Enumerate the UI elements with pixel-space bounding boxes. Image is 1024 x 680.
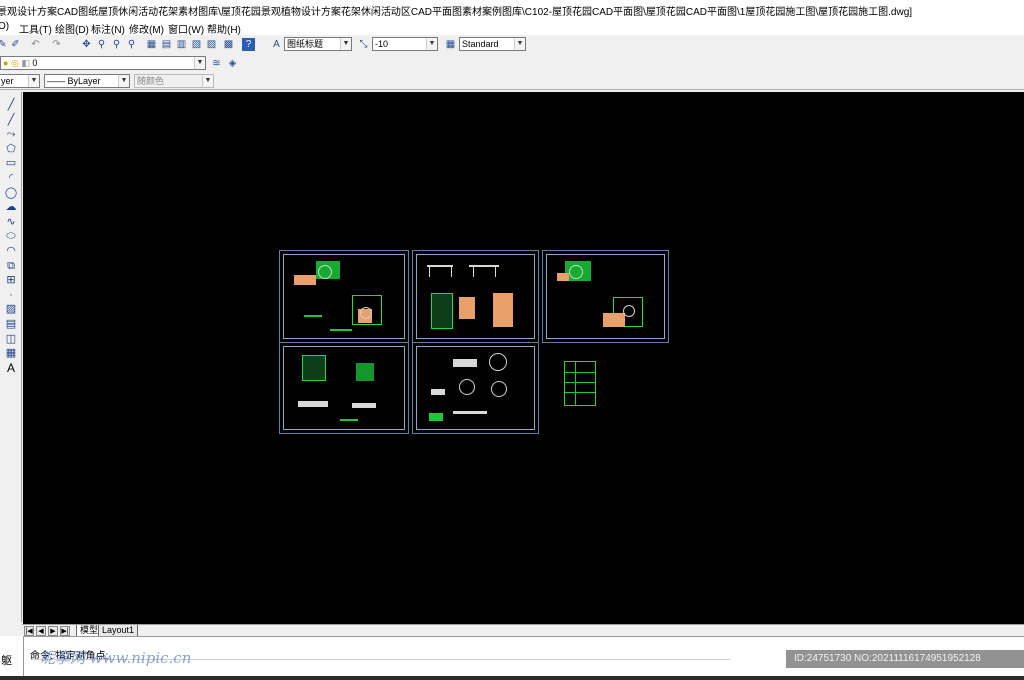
menu-item-window[interactable]: 窗口(W) bbox=[168, 21, 204, 36]
last-tab-icon[interactable]: ▶| bbox=[60, 626, 70, 636]
table-style-select[interactable]: Standard ▼ bbox=[459, 37, 526, 51]
chevron-down-icon: ▼ bbox=[194, 57, 205, 69]
rectangle-icon[interactable]: ▭ bbox=[4, 156, 18, 170]
dim-style-icon[interactable]: ⤡ bbox=[357, 38, 370, 51]
prev-tab-icon[interactable]: ◀ bbox=[36, 626, 46, 636]
drawing-canvas[interactable] bbox=[23, 92, 1024, 624]
lock-icon: ◧ bbox=[21, 58, 30, 68]
image-id-badge: ID:24751730 NO:20211116174951952128 bbox=[786, 650, 1024, 668]
cloud-icon[interactable]: ☁ bbox=[4, 200, 18, 214]
open-icon[interactable]: ✎ bbox=[0, 38, 9, 51]
help-icon[interactable]: ? bbox=[242, 38, 255, 51]
menu-bar: O) 工具(T) 绘图(D) 标注(N) 修改(M) 窗口(W) 帮助(H) bbox=[0, 18, 1024, 36]
properties-icon[interactable]: ▦ bbox=[145, 38, 158, 51]
region-icon[interactable]: ◫ bbox=[4, 332, 18, 346]
chevron-down-icon: ▼ bbox=[340, 38, 351, 50]
window-title: 景观设计方案CAD图纸屋顶休闲活动花架素材图库\屋顶花园景观植物设计方案花架休闲… bbox=[0, 7, 913, 18]
drawing-sheet-3[interactable] bbox=[542, 250, 669, 343]
sun-icon: ◎ bbox=[10, 58, 19, 68]
title-bar: 景观设计方案CAD图纸屋顶休闲活动花架素材图库\屋顶花园景观植物设计方案花架休闲… bbox=[0, 0, 1024, 18]
markup-icon[interactable]: ▨ bbox=[205, 38, 218, 51]
chevron-down-icon: ▼ bbox=[426, 38, 437, 50]
redo-icon[interactable]: ↷ bbox=[50, 38, 63, 51]
dim-style-select[interactable]: -10 ▼ bbox=[372, 37, 438, 51]
side-panel-tab[interactable]: 躯 bbox=[0, 636, 24, 680]
properties-toolbar: yer ▼ —— ByLayer ▼ 随颜色 ▼ bbox=[0, 72, 1024, 90]
make-current-layer-icon[interactable]: ≋ bbox=[210, 57, 223, 70]
zoom-window-icon[interactable]: ⚲ bbox=[110, 38, 123, 51]
legend-table[interactable] bbox=[564, 361, 596, 406]
insert-block-icon[interactable]: ⧉ bbox=[4, 259, 18, 273]
chevron-down-icon: ▼ bbox=[28, 75, 39, 87]
hatch-icon[interactable]: ▨ bbox=[4, 302, 18, 316]
zoom-realtime-icon[interactable]: ⚲ bbox=[95, 38, 108, 51]
chevron-down-icon: ▼ bbox=[118, 75, 129, 87]
layers-toolbar: ● ◎ ◧ 0 ▼ ≋ ◈ bbox=[0, 54, 1024, 72]
plot-style-select[interactable]: 随颜色 ▼ bbox=[134, 74, 214, 88]
polyline-icon[interactable]: ⤳ bbox=[4, 127, 18, 141]
chevron-down-icon: ▼ bbox=[514, 38, 525, 50]
circle-icon[interactable]: ◯ bbox=[4, 186, 18, 200]
color-select[interactable]: yer ▼ bbox=[0, 74, 40, 88]
ray-icon[interactable]: ╱ bbox=[4, 113, 18, 127]
draw-toolbar: ╱ ╱ ⤳ ⬠ ▭ ◜ ◯ ☁ ∿ ⬭ ◠ ⧉ ⊞ · ▨ ▤ ◫ ▦ A bbox=[0, 92, 22, 622]
watermark-logo: 昵享网 www.nipic.cn bbox=[40, 649, 192, 667]
menu-item-help[interactable]: 帮助(H) bbox=[207, 21, 241, 36]
undo-icon[interactable]: ↶ bbox=[29, 38, 42, 51]
drawing-sheet-2[interactable] bbox=[412, 250, 539, 343]
bulb-icon: ● bbox=[3, 58, 9, 68]
drawing-sheet-4[interactable] bbox=[279, 342, 409, 434]
first-tab-icon[interactable]: |◀ bbox=[24, 626, 34, 636]
layer-previous-icon[interactable]: ◈ bbox=[226, 57, 239, 70]
menu-item-dimension[interactable]: 标注(N) bbox=[91, 21, 125, 36]
tool-palette-icon[interactable]: ▥ bbox=[175, 38, 188, 51]
match-properties-icon[interactable]: ✐ bbox=[9, 38, 22, 51]
next-tab-icon[interactable]: ▶ bbox=[48, 626, 58, 636]
text-style-select[interactable]: 图纸标题 ▼ bbox=[284, 37, 352, 51]
arc-icon[interactable]: ◜ bbox=[4, 171, 18, 185]
line-icon[interactable]: ╱ bbox=[4, 98, 18, 112]
make-block-icon[interactable]: ⊞ bbox=[4, 273, 18, 287]
menu-item-draw[interactable]: 绘图(D) bbox=[55, 21, 89, 36]
layout-tab-bar: |◀ ◀ ▶ ▶| 模型 Layout1 bbox=[22, 624, 1024, 637]
ellipse-arc-icon[interactable]: ◠ bbox=[4, 244, 18, 258]
pan-icon[interactable]: ✥ bbox=[80, 38, 93, 51]
sheet-set-icon[interactable]: ▧ bbox=[190, 38, 203, 51]
linetype-select[interactable]: —— ByLayer ▼ bbox=[44, 74, 130, 88]
table-style-icon[interactable]: ▦ bbox=[444, 38, 457, 51]
drawing-sheet-5[interactable] bbox=[412, 342, 539, 434]
menu-item-file[interactable]: O) bbox=[0, 21, 9, 32]
chevron-down-icon: ▼ bbox=[202, 75, 213, 87]
text-style-icon[interactable]: A bbox=[270, 38, 283, 51]
standard-toolbar: ✎ ✐ ↶ ↷ ✥ ⚲ ⚲ ⚲ ▦ ▤ ▥ ▧ ▨ ▩ ? A 图纸标题 ▼ ⤡ … bbox=[0, 35, 1024, 54]
table-icon[interactable]: ▦ bbox=[4, 346, 18, 360]
calculator-icon[interactable]: ▩ bbox=[222, 38, 235, 51]
point-icon[interactable]: · bbox=[4, 288, 18, 302]
polygon-icon[interactable]: ⬠ bbox=[4, 142, 18, 156]
gradient-icon[interactable]: ▤ bbox=[4, 317, 18, 331]
spline-icon[interactable]: ∿ bbox=[4, 215, 18, 229]
zoom-previous-icon[interactable]: ⚲ bbox=[125, 38, 138, 51]
menu-item-tools[interactable]: 工具(T) bbox=[19, 21, 52, 36]
layer-select[interactable]: ● ◎ ◧ 0 ▼ bbox=[0, 56, 206, 70]
drawing-sheet-1[interactable] bbox=[279, 250, 409, 343]
menu-item-modify[interactable]: 修改(M) bbox=[129, 21, 164, 36]
design-center-icon[interactable]: ▤ bbox=[160, 38, 173, 51]
mtext-icon[interactable]: A bbox=[4, 361, 18, 375]
status-bar bbox=[0, 676, 1024, 680]
ellipse-icon[interactable]: ⬭ bbox=[4, 229, 18, 243]
